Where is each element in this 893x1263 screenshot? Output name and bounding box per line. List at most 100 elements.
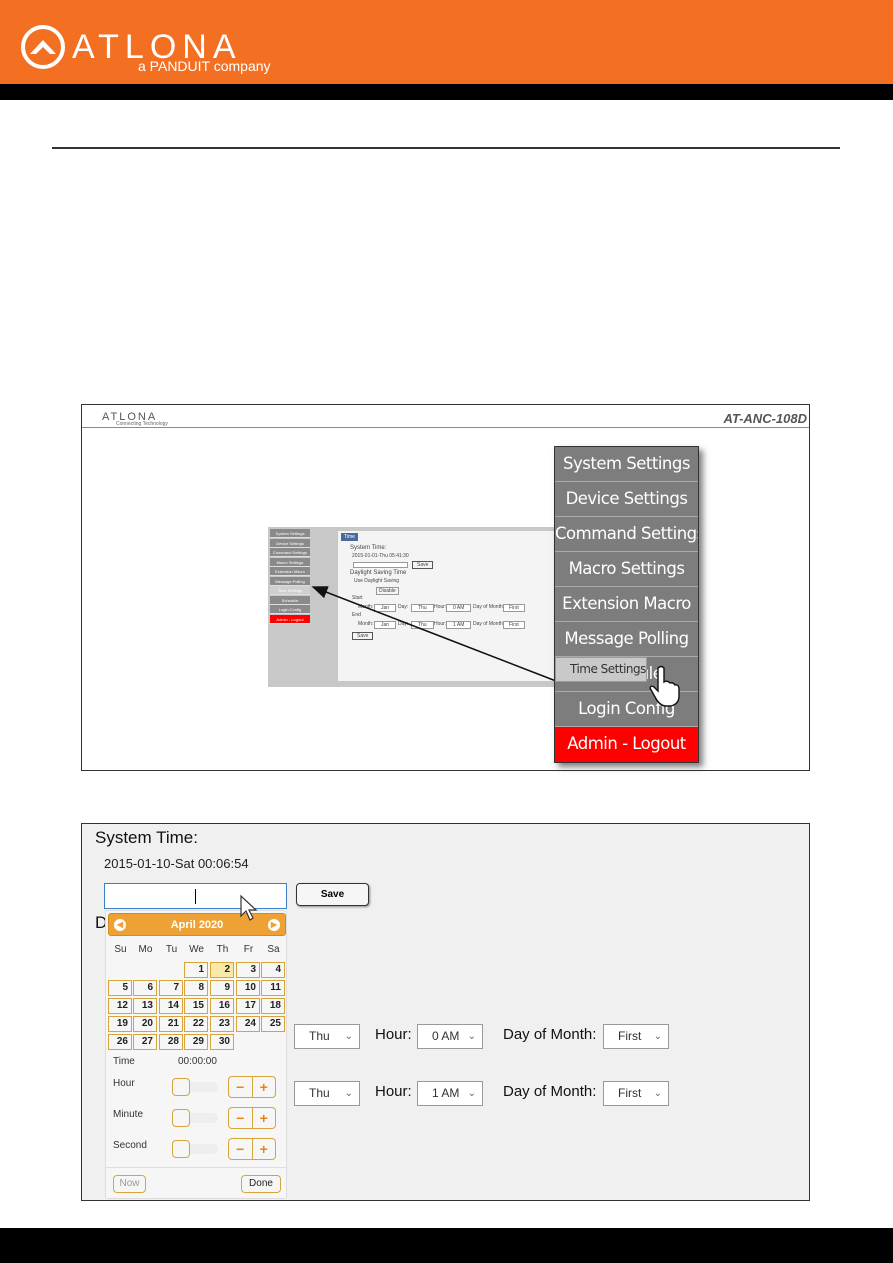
plus-button[interactable]: + bbox=[253, 1108, 276, 1128]
header-line bbox=[82, 427, 809, 428]
day-select-value: Thu bbox=[309, 1029, 330, 1043]
calendar-day[interactable]: 2 bbox=[210, 962, 234, 978]
calendar-day[interactable]: 18 bbox=[261, 998, 285, 1014]
calendar-day[interactable]: 1 bbox=[184, 962, 208, 978]
chevron-down-icon: ⌄ bbox=[467, 1088, 476, 1099]
time-slider-handle[interactable] bbox=[172, 1109, 190, 1127]
day-of-month-select[interactable]: First ⌄ bbox=[603, 1081, 669, 1106]
day-select[interactable]: Thu ⌄ bbox=[294, 1024, 360, 1049]
mini-dst: Daylight Saving Time bbox=[350, 570, 407, 576]
calendar-day[interactable]: 22 bbox=[184, 1016, 208, 1032]
weekday-header: Fr bbox=[243, 944, 254, 955]
calendar-day[interactable]: 25 bbox=[261, 1016, 285, 1032]
plus-button[interactable]: + bbox=[253, 1139, 276, 1159]
hour-select[interactable]: 0 AM ⌄ bbox=[417, 1024, 483, 1049]
time-stepper: − + bbox=[228, 1076, 276, 1098]
calendar-day[interactable]: 24 bbox=[236, 1016, 260, 1032]
menu-item-command-settings[interactable]: Command Settings bbox=[555, 517, 698, 552]
calendar-day[interactable]: 30 bbox=[210, 1034, 234, 1050]
system-time-value: 2015-01-10-Sat 00:06:54 bbox=[104, 856, 249, 871]
calendar-day[interactable]: 16 bbox=[210, 998, 234, 1014]
mouse-pointer-icon bbox=[240, 894, 258, 921]
calendar-day[interactable]: 15 bbox=[184, 998, 208, 1014]
menu-item-macro-settings[interactable]: Macro Settings bbox=[555, 552, 698, 587]
calendar-day[interactable]: 11 bbox=[261, 980, 285, 996]
model-name: AT-ANC-108D bbox=[723, 411, 807, 426]
mini-label: Month: bbox=[358, 621, 374, 627]
calendar-day[interactable]: 14 bbox=[159, 998, 183, 1014]
time-stepper: − + bbox=[228, 1138, 276, 1160]
minus-button[interactable]: − bbox=[229, 1139, 253, 1159]
plus-button[interactable]: + bbox=[253, 1077, 276, 1097]
calendar-day[interactable]: 8 bbox=[184, 980, 208, 996]
mini-tab: Time bbox=[341, 533, 358, 541]
next-month-icon[interactable]: ▶ bbox=[268, 919, 280, 931]
mini-sidebar-item: Command Settings bbox=[270, 548, 310, 557]
menu-item-system-settings[interactable]: System Settings bbox=[555, 447, 698, 482]
minute-label: Minute bbox=[113, 1109, 144, 1120]
hour-label: Hour: bbox=[375, 1083, 412, 1100]
calendar-day[interactable]: 4 bbox=[261, 962, 285, 978]
calendar-day[interactable]: 29 bbox=[184, 1034, 208, 1050]
calendar-day[interactable]: 17 bbox=[236, 998, 260, 1014]
calendar-day[interactable]: 20 bbox=[133, 1016, 157, 1032]
calendar-day[interactable]: 6 bbox=[133, 980, 157, 996]
mini-system-time: System Time: bbox=[350, 545, 387, 551]
calendar-day[interactable]: 10 bbox=[236, 980, 260, 996]
hand-cursor-icon bbox=[649, 665, 680, 707]
menu-item-device-settings[interactable]: Device Settings bbox=[555, 482, 698, 517]
save-button[interactable]: Save bbox=[296, 883, 369, 906]
minus-button[interactable]: − bbox=[229, 1077, 253, 1097]
minus-button[interactable]: − bbox=[229, 1108, 253, 1128]
calendar-day[interactable]: 13 bbox=[133, 998, 157, 1014]
mini-sidebar-item: Time Settings bbox=[270, 586, 310, 595]
mini-input bbox=[353, 562, 408, 568]
mini-sidebar-item: Message Polling bbox=[270, 576, 310, 586]
mini-use-dst: Use Daylight Saving bbox=[354, 578, 400, 584]
mini-select: Thu bbox=[411, 621, 434, 629]
day-of-month-select-value: First bbox=[618, 1029, 642, 1043]
calendar-divider bbox=[106, 1167, 286, 1168]
menu-item-extension-macro[interactable]: Extension Macro bbox=[555, 587, 698, 622]
mini-label: Hour: bbox=[434, 621, 447, 627]
calendar-day[interactable]: 7 bbox=[159, 980, 183, 996]
menu-item-time-settings[interactable]: Time Settings bbox=[555, 657, 647, 682]
mini-sidebar-item: System Settings bbox=[270, 529, 310, 538]
mini-time-page: Time System Time: 2015-01-01-Thu 05:41:3… bbox=[268, 527, 555, 687]
mini-select: First bbox=[503, 621, 525, 629]
calendar-day[interactable]: 3 bbox=[236, 962, 260, 978]
calendar-day[interactable]: 21 bbox=[159, 1016, 183, 1032]
calendar-day[interactable]: 12 bbox=[108, 998, 132, 1014]
time-label: Time bbox=[113, 1056, 135, 1067]
day-select[interactable]: Thu ⌄ bbox=[294, 1081, 360, 1106]
hour-select-value: 0 AM bbox=[432, 1029, 460, 1043]
prev-month-icon[interactable]: ◀ bbox=[114, 919, 126, 931]
hour-select-value: 1 AM bbox=[432, 1086, 460, 1100]
mini-select: 1 AM bbox=[446, 621, 472, 629]
hour-select[interactable]: 1 AM ⌄ bbox=[417, 1081, 483, 1106]
calendar-day[interactable]: 5 bbox=[108, 980, 132, 996]
calendar-day[interactable]: 26 bbox=[108, 1034, 132, 1050]
calendar-day[interactable]: 19 bbox=[108, 1016, 132, 1032]
weekday-header: Mo bbox=[138, 944, 153, 955]
mini-sidebar-item: Device Settings bbox=[270, 538, 310, 548]
time-slider-handle[interactable] bbox=[172, 1140, 190, 1158]
calendar-day[interactable]: 27 bbox=[133, 1034, 157, 1050]
calendar-day[interactable]: 23 bbox=[210, 1016, 234, 1032]
calendar-month: April 2020 bbox=[170, 919, 224, 931]
now-button[interactable]: Now bbox=[113, 1175, 146, 1193]
calendar-day[interactable]: 28 bbox=[159, 1034, 183, 1050]
menu-item-message-polling[interactable]: Message Polling bbox=[555, 622, 698, 657]
time-slider-handle[interactable] bbox=[172, 1078, 190, 1096]
calendar-day[interactable]: 9 bbox=[210, 980, 234, 996]
mini-sidebar-item: Extension Macro bbox=[270, 567, 310, 576]
mini-label: Day: bbox=[398, 621, 409, 627]
menu-item-admin-logout[interactable]: Admin - Logout bbox=[555, 727, 698, 762]
day-of-month-select[interactable]: First ⌄ bbox=[603, 1024, 669, 1049]
time-stepper: − + bbox=[228, 1107, 276, 1129]
page-footer bbox=[0, 1228, 893, 1263]
done-button[interactable]: Done bbox=[241, 1175, 281, 1193]
mini-label: Day of Month: bbox=[473, 621, 505, 627]
weekday-header: We bbox=[189, 944, 204, 955]
text-caret bbox=[195, 889, 196, 904]
